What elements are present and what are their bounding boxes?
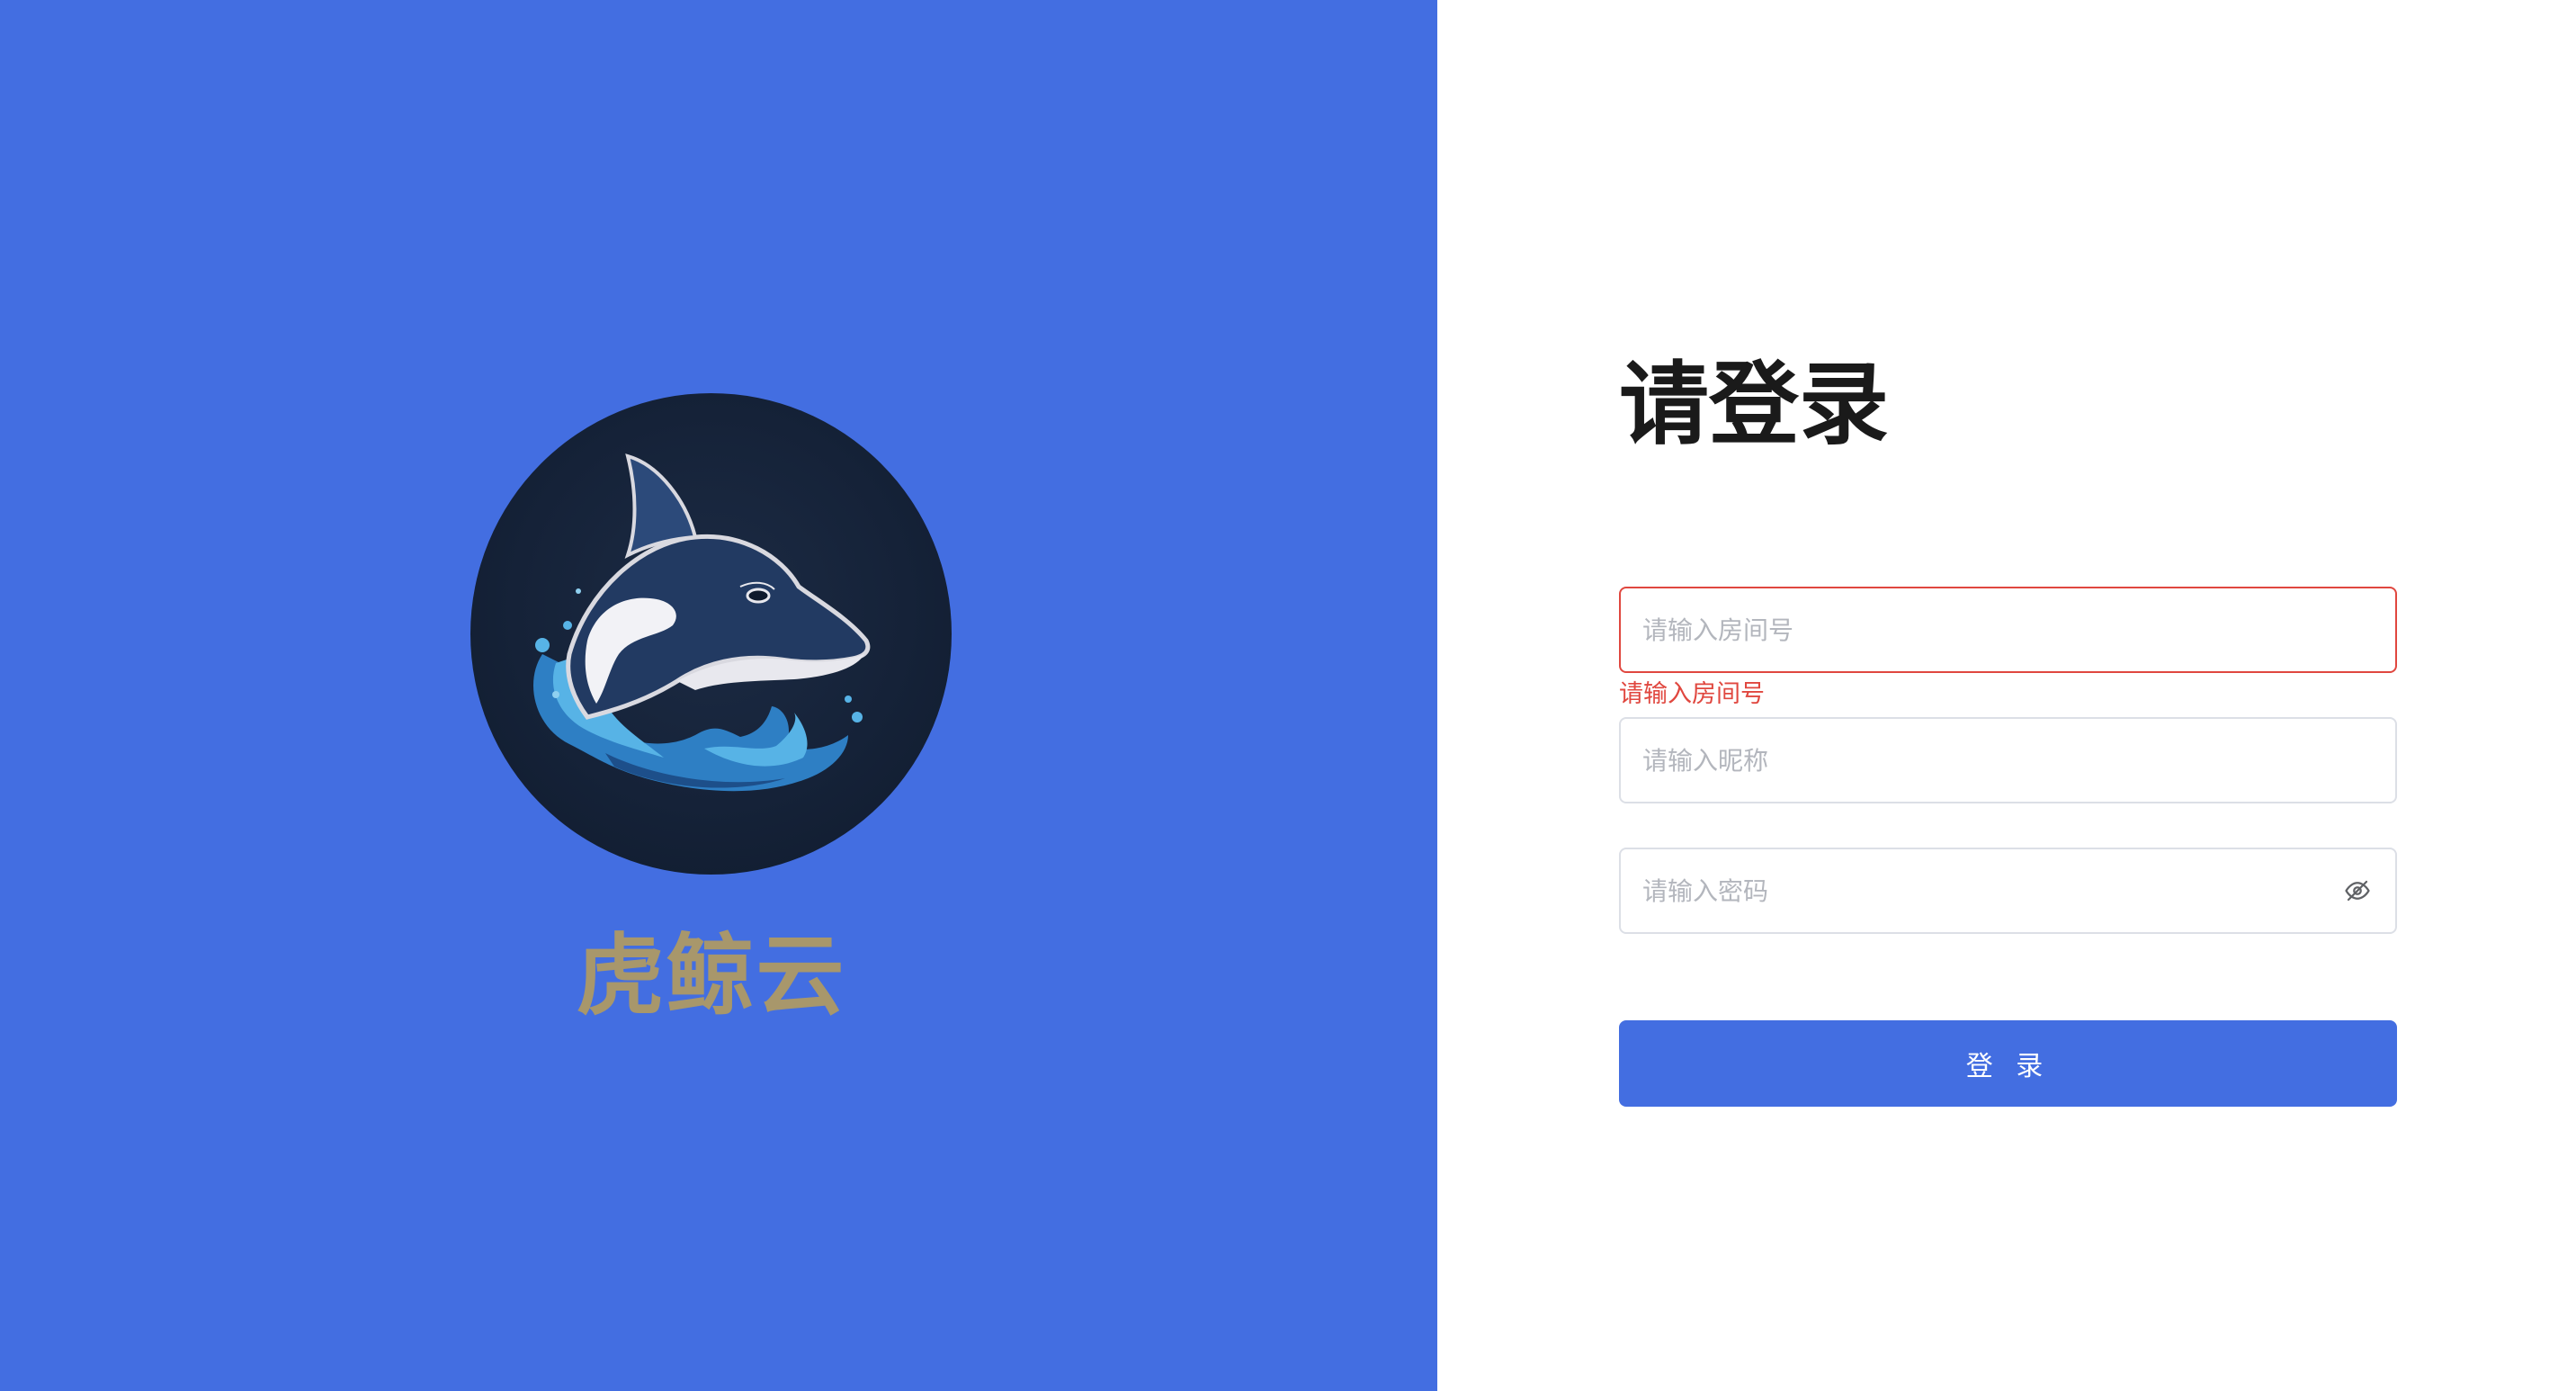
brand-panel: 虎鲸云	[0, 0, 1437, 1391]
room-number-error: 请输入房间号	[1619, 680, 1765, 708]
password-field	[1619, 848, 2397, 934]
login-panel: 请登录 请输入房间号 登 录	[1437, 0, 2576, 1391]
nickname-field	[1619, 717, 2397, 803]
password-input[interactable]	[1621, 849, 2339, 932]
nickname-input[interactable]	[1621, 719, 2395, 802]
orca-logo-icon	[470, 393, 952, 875]
room-number-input[interactable]	[1621, 588, 2395, 671]
page-title: 请登录	[1619, 352, 1889, 457]
login-page: 虎鲸云 请登录 请输入房间号 登 录	[0, 0, 2576, 1391]
login-button[interactable]: 登 录	[1619, 1020, 2397, 1107]
room-number-field	[1619, 587, 2397, 673]
eye-off-icon[interactable]	[2339, 873, 2375, 909]
brand-name: 虎鲸云	[576, 925, 846, 1028]
